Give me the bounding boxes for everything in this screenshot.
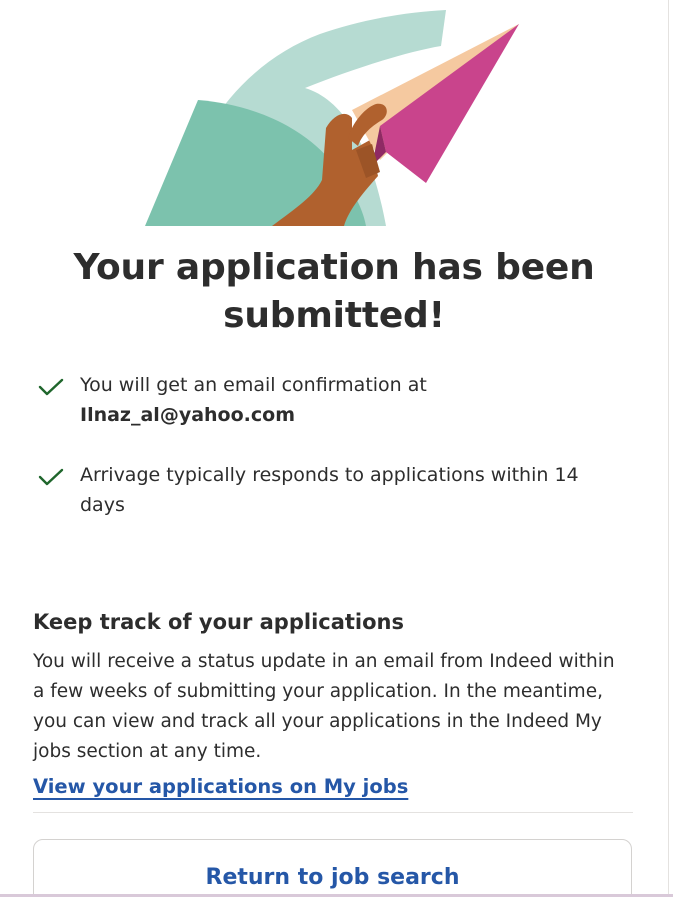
tracking-heading: Keep track of your applications — [33, 610, 404, 634]
return-to-job-search-button[interactable]: Return to job search — [33, 839, 632, 897]
application-submitted-page: Your application has been submitted! You… — [0, 0, 673, 897]
page-edge-divider — [668, 0, 669, 897]
tracking-description: You will receive a status update in an e… — [33, 651, 615, 762]
email-confirmation-text: You will get an email confirmation at — [80, 374, 427, 396]
section-divider — [33, 812, 633, 813]
response-time-text: Arrivage typically responds to applicati… — [80, 464, 579, 516]
confirmation-email: Ilnaz_al@yahoo.com — [80, 404, 295, 426]
checkmark-icon — [38, 378, 64, 396]
return-button-label: Return to job search — [205, 865, 460, 890]
page-title: Your application has been submitted! — [73, 247, 595, 336]
checkmark-icon — [38, 468, 64, 486]
email-confirmation-item: You will get an email confirmation at Il… — [36, 370, 616, 430]
my-jobs-link[interactable]: View your applications on My jobs — [33, 772, 408, 802]
response-time-item: Arrivage typically responds to applicati… — [36, 460, 616, 520]
paper-plane-illustration — [145, 10, 519, 226]
